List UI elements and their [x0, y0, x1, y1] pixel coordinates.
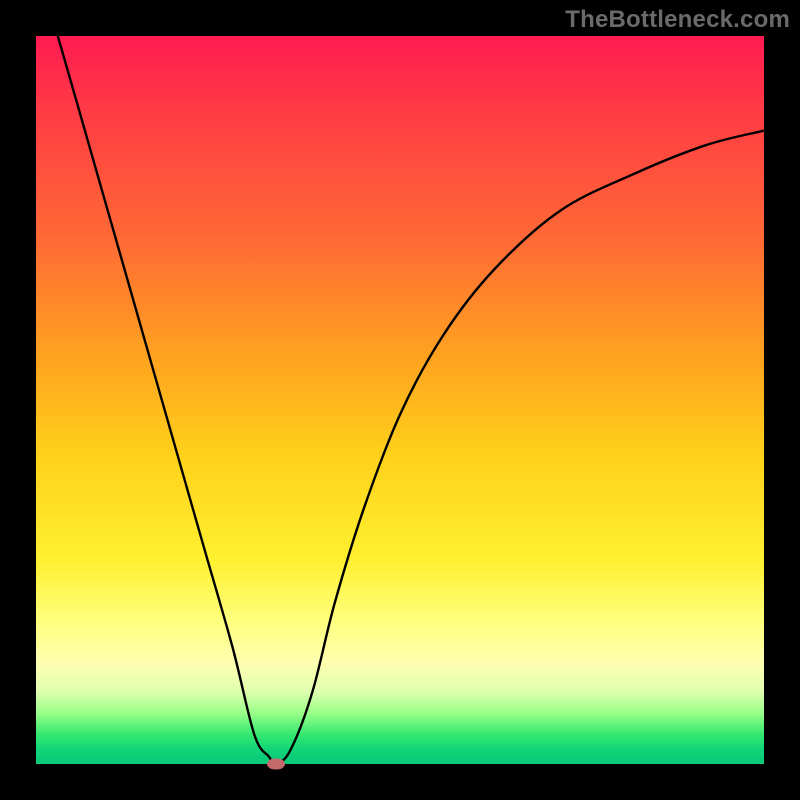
- chart-frame: TheBottleneck.com: [0, 0, 800, 800]
- bottleneck-curve: [58, 36, 764, 764]
- plot-area: [36, 36, 764, 764]
- watermark-text: TheBottleneck.com: [565, 6, 790, 34]
- curve-layer: [36, 36, 764, 764]
- min-point-marker: [267, 759, 285, 770]
